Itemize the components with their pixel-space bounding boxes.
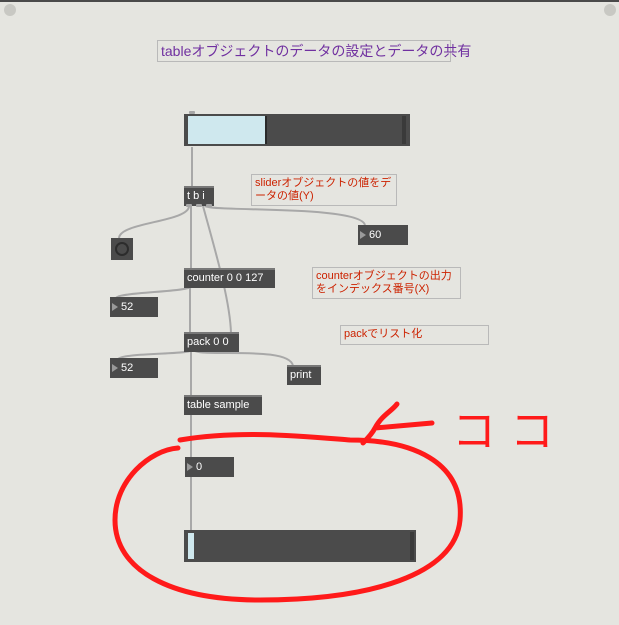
annotation-katakana: コ コ (452, 406, 554, 457)
annotation-arrow-icon (360, 401, 435, 446)
red-annotation: コ コ (112, 401, 554, 603)
annotation-circle (112, 432, 463, 603)
